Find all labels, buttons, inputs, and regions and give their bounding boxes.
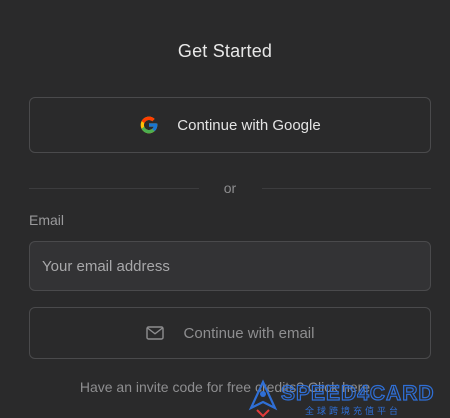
page-title: Get Started xyxy=(177,41,273,61)
watermark-tagline: 全球跨境充值平台 xyxy=(305,405,401,417)
continue-with-email-button[interactable]: Continue with email xyxy=(29,307,431,359)
continue-with-email-label: Continue with email xyxy=(183,324,315,342)
google-g-icon xyxy=(140,116,158,134)
continue-with-google-button[interactable]: Continue with Google xyxy=(29,97,431,153)
invite-click-here-link[interactable]: Click here xyxy=(308,379,370,395)
email-label: Email xyxy=(29,212,65,228)
continue-with-google-label: Continue with Google xyxy=(177,116,321,134)
invite-prompt: Have an invite code for free credits? xyxy=(79,379,304,395)
invite-code-text: Have an invite code for free credits? Cl… xyxy=(0,379,450,395)
divider-right xyxy=(262,188,431,189)
mail-icon xyxy=(145,326,164,340)
email-input[interactable] xyxy=(29,241,431,291)
auth-page: Get Started Continue with Google or Emai… xyxy=(0,0,450,418)
